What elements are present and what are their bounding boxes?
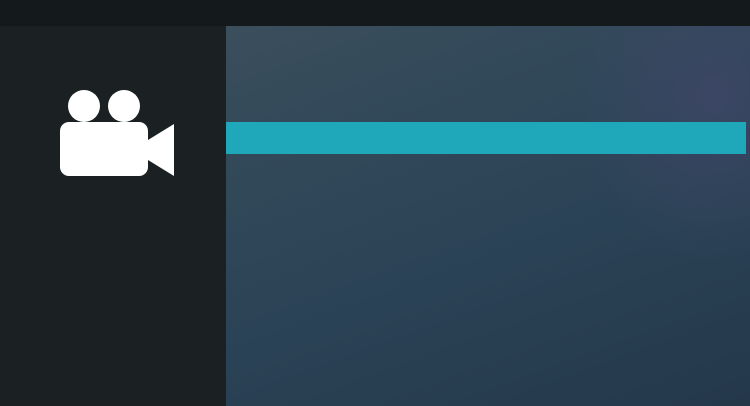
menu-item-5[interactable]: [226, 244, 746, 274]
menu-item-4[interactable]: [226, 214, 746, 244]
menu-item-3[interactable]: [226, 184, 746, 214]
video-camera-icon: [60, 90, 174, 176]
left-panel: [0, 26, 226, 406]
right-panel: [226, 26, 750, 406]
menu-item-6[interactable]: [226, 274, 746, 304]
top-bar: [0, 0, 750, 26]
menu-list: [226, 122, 746, 304]
media-center-screen: [0, 0, 750, 406]
menu-item-1[interactable]: [226, 122, 746, 154]
menu-item-2[interactable]: [226, 154, 746, 184]
